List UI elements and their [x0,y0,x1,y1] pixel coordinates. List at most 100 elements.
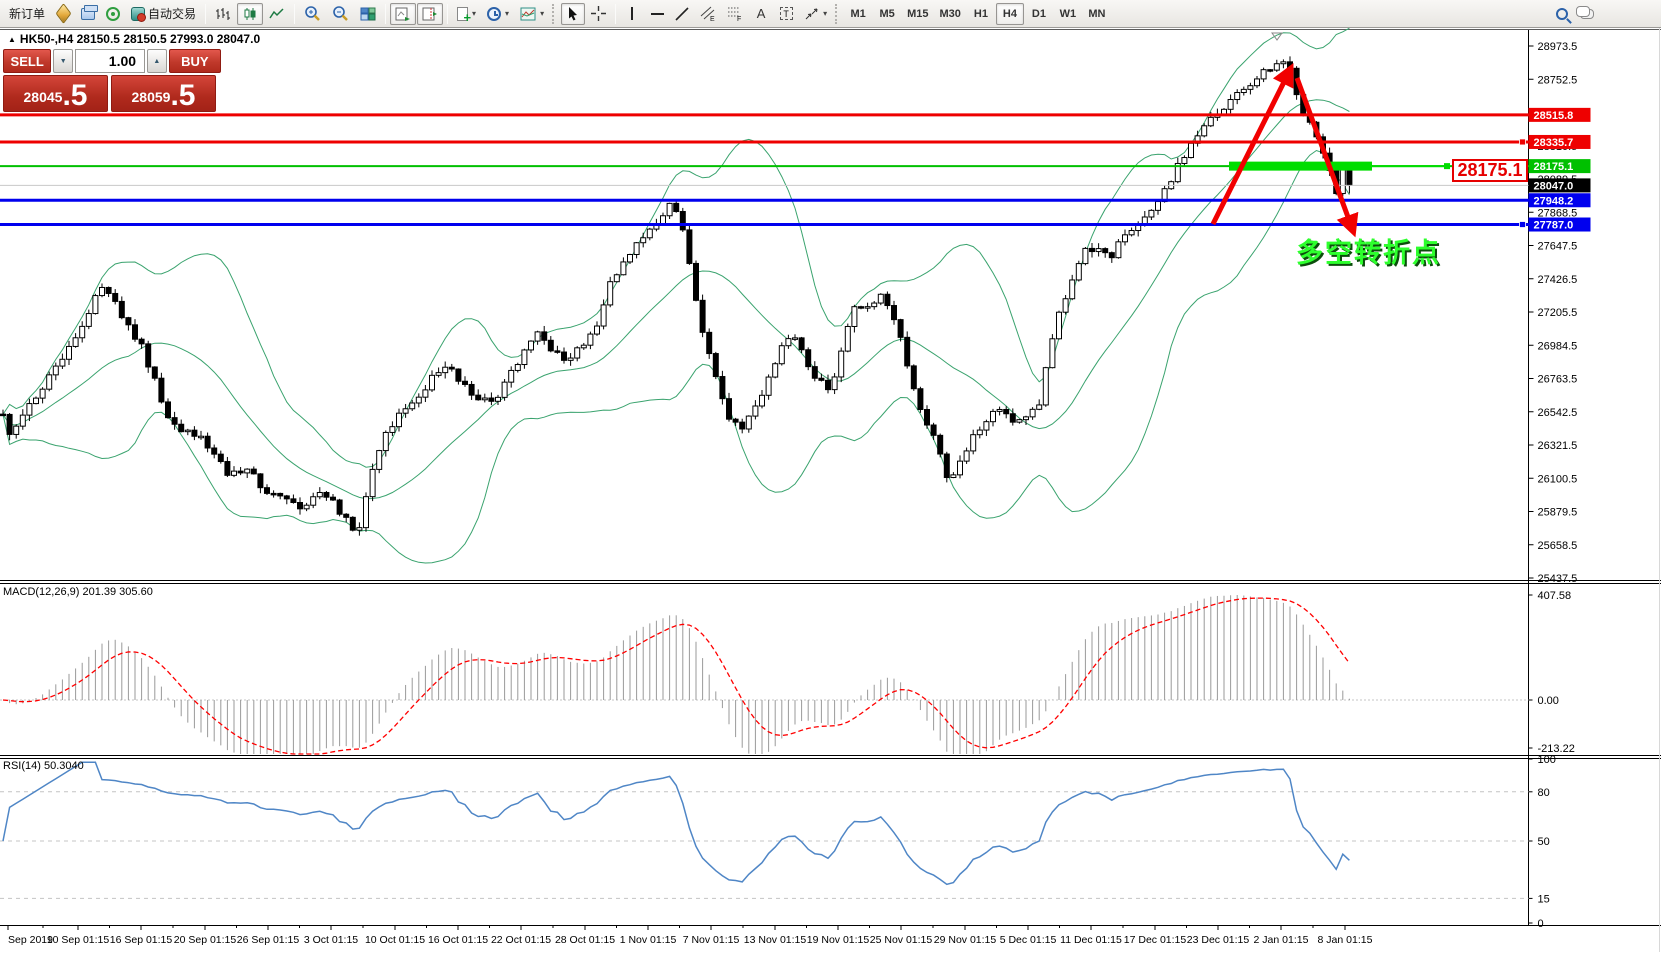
time-axis-label: 3 Oct 01:15 [304,934,358,946]
svg-text:28047.0: 28047.0 [1534,180,1574,192]
svg-text:100: 100 [1538,754,1556,766]
template-icon [520,7,536,21]
arrows-tool[interactable]: ▾ [799,3,832,25]
svg-text:80: 80 [1538,787,1550,799]
zoom-out-button[interactable] [327,3,354,25]
turning-point-annotation: 多空转折点 [1296,231,1441,270]
time-axis-label: 28 Oct 01:15 [555,934,615,946]
toolbar-separator [447,4,448,24]
tile-windows-button[interactable] [355,3,381,25]
fibonacci-icon: F [727,6,743,21]
auto-scroll-icon [395,7,411,21]
rsi-indicator-label: RSI(14) 50.3040 [3,760,84,772]
crosshair-button[interactable] [586,3,611,25]
sell-button[interactable]: SELL [3,49,51,73]
zoom-out-icon [332,6,349,22]
new-order-button[interactable]: 新订单 [4,3,50,25]
time-axis-label: 13 Nov 01:15 [744,934,807,946]
templates-button[interactable]: ▾ [515,3,549,25]
line-chart-button[interactable] [264,3,290,25]
volume-decrease-button[interactable]: ▼ [53,49,73,73]
time-axis-label: 16 Sep 01:15 [110,934,173,946]
chart-shift-button[interactable] [417,3,443,25]
text-tool[interactable]: A [749,3,773,25]
svg-text:27205.5: 27205.5 [1538,307,1578,319]
time-axis-label: 7 Nov 01:15 [683,934,740,946]
text-label-tool[interactable]: T [774,3,798,25]
new-order-label: 新订单 [9,5,45,22]
timeframe-button-MN[interactable]: MN [1083,3,1111,25]
svg-text:28973.5: 28973.5 [1538,41,1578,53]
signals-button[interactable] [101,3,125,25]
buy-price-main: 28059 [132,88,171,108]
chart-canvas[interactable]: 28973.528752.528531.528310.528089.527868… [0,28,1661,952]
periods-button[interactable]: ▾ [482,3,514,25]
svg-text:28515.8: 28515.8 [1534,110,1574,122]
toolbar-drag-handle[interactable] [552,4,556,24]
time-axis-label: 29 Nov 01:15 [934,934,997,946]
profiles-button[interactable] [76,3,100,25]
bar-chart-button[interactable] [210,3,236,25]
buy-button[interactable]: BUY [169,49,221,73]
chart-title-text: HK50-,H4 28150.5 28150.5 27993.0 28047.0 [20,32,260,46]
search-button[interactable] [1550,3,1574,25]
timeframe-button-M30[interactable]: M30 [935,3,966,25]
one-click-trading-panel: SELL ▼ ▲ BUY 28045 .5 28059 .5 [3,49,221,112]
timeframe-button-D1[interactable]: D1 [1025,3,1053,25]
svg-text:26321.5: 26321.5 [1538,440,1578,452]
new-chart-icon [55,3,71,24]
sell-price-big: .5 [62,83,87,109]
svg-text:28335.7: 28335.7 [1534,137,1574,149]
time-axis-label: 2 Jan 01:15 [1254,934,1309,946]
svg-text:28752.5: 28752.5 [1538,74,1578,86]
fibonacci-tool[interactable]: F [722,3,748,25]
indicators-icon [457,7,468,21]
chevron-down-icon: ▾ [540,9,544,18]
zoom-in-button[interactable] [299,3,326,25]
macd-indicator-label: MACD(12,26,9) 201.39 305.60 [3,586,153,598]
time-axis-label: 23 Dec 01:15 [1187,934,1250,946]
svg-text:27787.0: 27787.0 [1534,220,1574,232]
cursor-button[interactable] [561,3,585,25]
main-toolbar: 新订单 自动交易 ▾ ▾ ▾ E F A T ▾ M [0,0,1661,28]
timeframe-button-M1[interactable]: M1 [844,3,872,25]
chart-shift-icon [422,7,438,21]
svg-text:26984.5: 26984.5 [1538,340,1578,352]
time-axis-label: 11 Dec 01:15 [1060,934,1122,946]
autotrade-icon [131,7,145,21]
price-tag-28175[interactable]: 28175.1 [1452,159,1528,182]
sell-price-panel[interactable]: 28045 .5 [3,75,108,112]
volume-input[interactable] [75,49,145,73]
timeframe-button-H4[interactable]: H4 [996,3,1024,25]
clock-icon [487,7,501,21]
sell-price-main: 28045 [24,88,63,108]
volume-increase-button[interactable]: ▲ [147,49,167,73]
timeframe-button-W1[interactable]: W1 [1054,3,1082,25]
channel-icon: E [700,6,716,21]
community-chat-button[interactable] [1575,3,1599,25]
equidistant-channel-tool[interactable]: E [695,3,721,25]
chevron-down-icon: ▾ [472,9,476,18]
timeframe-button-M15[interactable]: M15 [902,3,933,25]
candlestick-chart-button[interactable] [237,3,263,25]
autotrade-button[interactable]: 自动交易 [126,3,201,25]
new-chart-button[interactable] [51,3,75,25]
collapse-arrow-icon[interactable]: ▲ [8,35,16,44]
timeframe-button-M5[interactable]: M5 [873,3,901,25]
trendline-tool[interactable] [670,3,694,25]
time-axis-label: 20 Sep 01:15 [174,934,237,946]
autotrade-label: 自动交易 [148,5,196,22]
indicators-button[interactable]: ▾ [452,3,481,25]
tile-windows-icon [360,7,376,21]
toolbar-drag-handle[interactable] [835,4,839,24]
buy-price-panel[interactable]: 28059 .5 [111,75,216,112]
vertical-line-tool[interactable] [620,3,644,25]
horizontal-line-tool[interactable] [645,3,669,25]
chart-window[interactable]: 28973.528752.528531.528310.528089.527868… [0,28,1661,952]
svg-text:25658.5: 25658.5 [1538,540,1578,552]
svg-text:26100.5: 26100.5 [1538,473,1578,485]
svg-text:25437.5: 25437.5 [1538,573,1578,585]
timeframe-button-H1[interactable]: H1 [967,3,995,25]
auto-scroll-button[interactable] [390,3,416,25]
svg-text:27948.2: 27948.2 [1534,195,1574,207]
